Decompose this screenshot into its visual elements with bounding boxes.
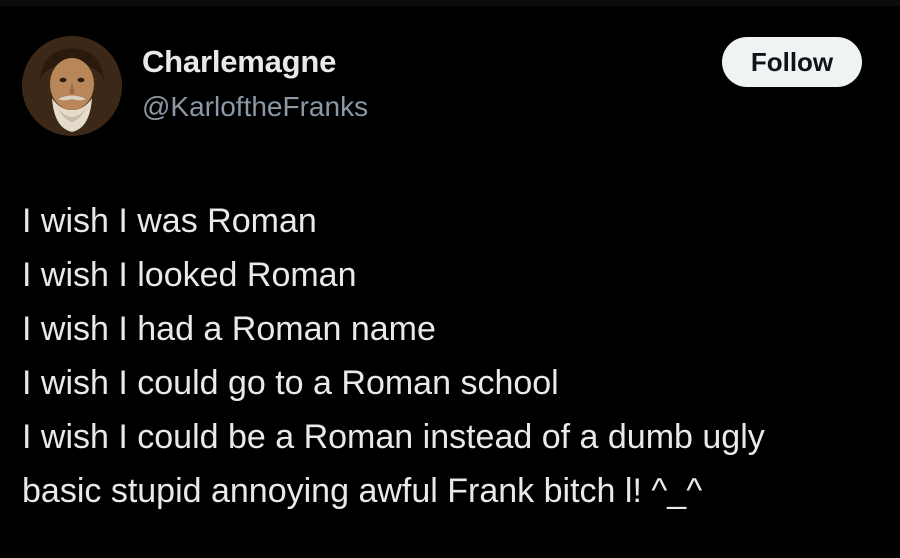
author-handle[interactable]: @KarloftheFranks [142, 88, 368, 126]
tweet-line: basic stupid annoying awful Frank bitch … [22, 472, 703, 510]
avatar[interactable] [22, 36, 122, 136]
tweet-line: I wish I looked Roman [22, 256, 357, 294]
tweet-text: I wish I was Roman I wish I looked Roman… [22, 194, 882, 518]
tweet-card: Charlemagne @KarloftheFranks Follow I wi… [0, 0, 900, 558]
tweet-line: I wish I was Roman [22, 202, 317, 240]
follow-button[interactable]: Follow [722, 37, 862, 87]
author-display-name[interactable]: Charlemagne [142, 42, 368, 82]
portrait-avatar-icon [22, 36, 122, 136]
author-info: Charlemagne @KarloftheFranks [142, 42, 368, 126]
tweet-line: I wish I could go to a Roman school [22, 364, 559, 402]
tweet-line: I wish I could be a Roman instead of a d… [22, 418, 765, 456]
tweet-line: I wish I had a Roman name [22, 310, 436, 348]
